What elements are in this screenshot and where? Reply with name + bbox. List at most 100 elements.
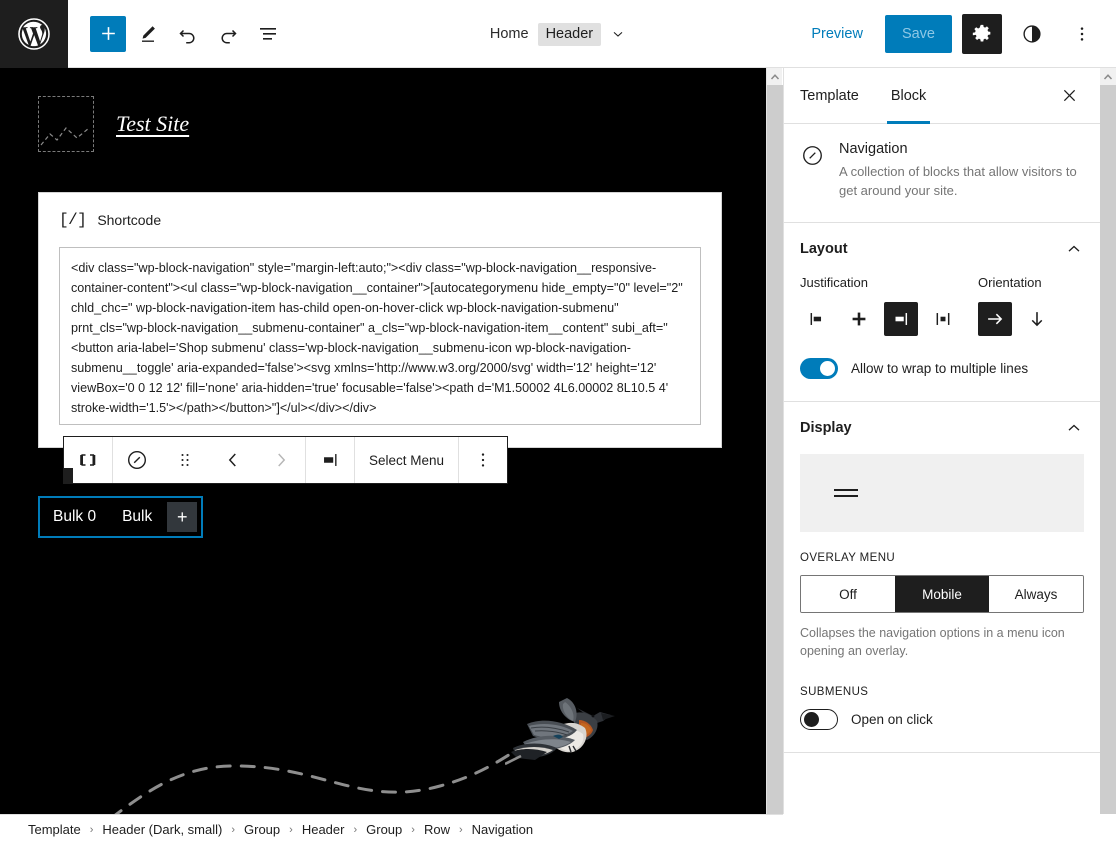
breadcrumb-item-4[interactable]: Group — [366, 822, 402, 837]
overlay-option-always[interactable]: Always — [989, 576, 1083, 612]
breadcrumb: Template › Header (Dark, small) › Group … — [0, 814, 783, 844]
justify-left-button[interactable] — [800, 302, 834, 336]
sidebar-scroll-up-button[interactable] — [1100, 68, 1116, 85]
justify-center-button[interactable] — [842, 302, 876, 336]
breadcrumb-separator: › — [289, 823, 293, 836]
editor-canvas[interactable]: Test Site [/] Shortcode <div class="wp-b… — [0, 68, 766, 814]
canvas-scrollbar[interactable] — [766, 68, 783, 814]
close-icon — [1063, 89, 1075, 102]
breadcrumb-item-1[interactable]: Header (Dark, small) — [102, 822, 222, 837]
toolbar-group-select-menu: Select Menu — [355, 437, 460, 483]
chevron-down-icon — [613, 31, 623, 37]
orientation-label: Orientation — [978, 275, 1042, 290]
orientation-horizontal-button[interactable] — [978, 302, 1012, 336]
overlay-option-off[interactable]: Off — [801, 576, 895, 612]
nav-appender-button[interactable]: + — [167, 502, 198, 532]
sidebar-scrollbar-thumb[interactable] — [1100, 85, 1116, 814]
shortcode-icon: [/] — [59, 211, 87, 229]
drag-handle-icon — [181, 453, 189, 467]
block-more-options-button[interactable] — [459, 437, 507, 483]
top-bar-actions: Preview Save — [799, 0, 1102, 68]
redo-button[interactable] — [210, 16, 246, 52]
block-inserter-button[interactable] — [90, 15, 126, 52]
tab-block[interactable]: Block — [875, 68, 942, 124]
breadcrumb-separator: › — [231, 823, 236, 836]
settings-button[interactable] — [962, 14, 1002, 54]
shortcode-input[interactable]: <div class="wp-block-navigation" style="… — [59, 247, 701, 425]
preview-button[interactable]: Preview — [799, 18, 875, 50]
undo-icon — [179, 29, 195, 43]
more-options-button[interactable] — [1062, 14, 1102, 54]
edit-tool-button[interactable] — [130, 16, 166, 52]
breadcrumb-item-2[interactable]: Group — [244, 822, 280, 837]
move-right-button[interactable] — [257, 437, 305, 483]
sidebar-tabs: Template Block — [784, 68, 1100, 124]
justification-label: Justification — [800, 275, 868, 290]
allow-wrap-label: Allow to wrap to multiple lines — [851, 361, 1029, 376]
justify-right-button[interactable] — [884, 302, 918, 336]
arrow-down-icon — [1031, 312, 1043, 327]
nav-item-0[interactable]: Bulk 0 — [40, 500, 109, 534]
breadcrumb-separator: › — [411, 823, 415, 836]
layout-panel-title: Layout — [800, 241, 848, 257]
overlay-menu-label: Overlay menu — [800, 552, 896, 564]
breadcrumb-separator: › — [458, 823, 463, 836]
display-panel-header[interactable]: Display — [800, 402, 1084, 454]
site-title[interactable]: Test Site — [116, 111, 189, 137]
open-on-click-toggle[interactable] — [800, 709, 838, 730]
drag-handle-button[interactable] — [161, 437, 209, 483]
select-menu-button[interactable]: Select Menu — [355, 437, 458, 483]
list-view-button[interactable] — [250, 16, 286, 52]
breadcrumb-item-5[interactable]: Row — [424, 822, 450, 837]
breadcrumb-item-6[interactable]: Navigation — [472, 822, 533, 837]
tab-template[interactable]: Template — [784, 68, 875, 124]
sidebar-scrollbar[interactable] — [1100, 68, 1116, 814]
allow-wrap-row: Allow to wrap to multiple lines — [800, 358, 1084, 379]
canvas-scrollbar-thumb[interactable] — [767, 85, 783, 814]
space-between-icon — [936, 313, 950, 325]
chevron-up-icon — [1068, 424, 1080, 431]
nav-item-1[interactable]: Bulk — [109, 500, 165, 534]
breadcrumb-item-3[interactable]: Header — [302, 822, 345, 837]
gear-icon — [972, 24, 991, 42]
undo-button[interactable] — [170, 16, 206, 52]
allow-wrap-toggle[interactable] — [800, 358, 838, 379]
navigation-block-preview[interactable]: Bulk 0 Bulk + — [38, 496, 204, 538]
shortcode-header: [/] Shortcode — [59, 211, 701, 229]
close-sidebar-button[interactable] — [1048, 75, 1090, 117]
shortcode-block[interactable]: [/] Shortcode <div class="wp-block-navig… — [38, 192, 722, 448]
toolbar-group-options — [459, 437, 507, 483]
orientation-field: Orientation — [978, 275, 1054, 336]
navigation-block-icon — [800, 141, 825, 200]
document-bar[interactable]: Home Header — [489, 22, 626, 46]
open-on-click-label: Open on click — [851, 712, 933, 727]
arrow-right-icon — [988, 313, 1003, 325]
shortcode-label: Shortcode — [97, 212, 162, 228]
submenus-label: Submenus — [800, 686, 869, 698]
block-card-description: A collection of blocks that allow visito… — [839, 164, 1077, 198]
navigation-block-icon-button[interactable] — [113, 437, 161, 483]
toolbar-drag-nub[interactable] — [63, 468, 73, 484]
styles-button[interactable] — [1012, 14, 1052, 54]
justification-field: Justification — [800, 275, 960, 336]
orientation-vertical-button[interactable] — [1020, 302, 1054, 336]
canvas-scroll-up-button[interactable] — [767, 68, 782, 85]
chevron-up-icon — [770, 73, 779, 80]
decorative-dashed-curve — [114, 746, 522, 814]
overlay-menu-segmented-control: Off Mobile Always — [800, 575, 1084, 613]
document-home-label: Home — [489, 26, 529, 42]
move-left-button[interactable] — [209, 437, 257, 483]
editor-top-bar: Home Header Preview Save — [0, 0, 1116, 68]
breadcrumb-item-0[interactable]: Template — [28, 822, 81, 837]
redo-icon — [221, 29, 237, 43]
plus-icon — [101, 27, 115, 40]
layout-panel-header[interactable]: Layout — [800, 223, 1084, 275]
overlay-option-mobile[interactable]: Mobile — [895, 576, 989, 612]
justify-items-button[interactable] — [306, 437, 354, 483]
chevron-right-icon — [278, 453, 286, 467]
site-logo-placeholder[interactable] — [38, 96, 94, 152]
save-button[interactable]: Save — [884, 15, 952, 53]
wordpress-logo-button[interactable] — [0, 0, 68, 68]
space-between-button[interactable] — [926, 302, 960, 336]
display-panel: Display Overlay menu Off Mobile Always C… — [784, 402, 1100, 753]
